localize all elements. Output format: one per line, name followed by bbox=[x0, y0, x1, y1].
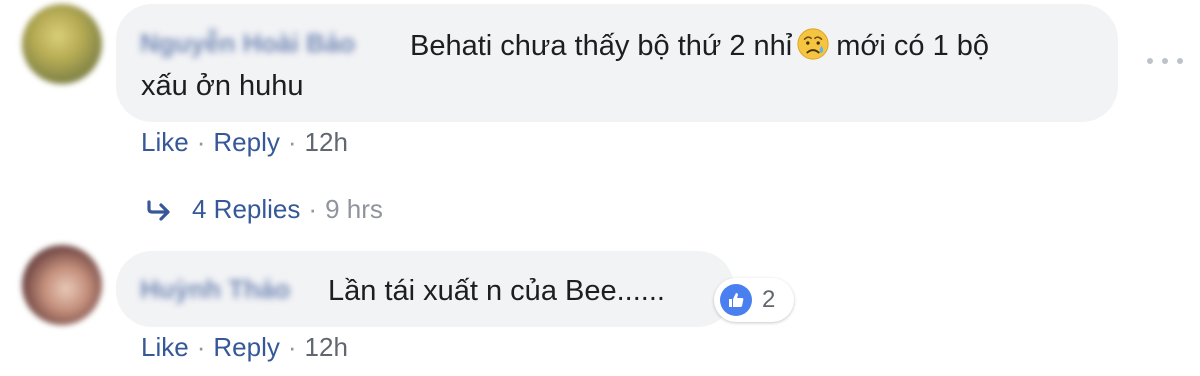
separator: · bbox=[308, 194, 318, 224]
comment-author-name[interactable]: Nguyễn Hoài Bảo bbox=[140, 28, 355, 59]
reply-link[interactable]: Reply bbox=[213, 127, 279, 157]
more-options-icon[interactable] bbox=[1147, 55, 1183, 67]
like-link[interactable]: Like bbox=[141, 127, 189, 157]
comment-text-line2: xấu ởn huhu bbox=[141, 70, 304, 102]
comment-text-line1: Behati chưa thấy bộ thứ 2 nhỉ mới có 1 b… bbox=[410, 24, 989, 68]
comment-text: Lần tái xuất n của Bee...... bbox=[328, 275, 665, 307]
timestamp[interactable]: 12h bbox=[305, 127, 348, 157]
comment-author-name[interactable]: Huỳnh Thảo bbox=[140, 274, 290, 305]
view-replies-link[interactable]: 4 Replies · 9 hrs bbox=[146, 194, 383, 225]
reply-link[interactable]: Reply bbox=[213, 332, 279, 362]
timestamp[interactable]: 12h bbox=[305, 332, 348, 362]
separator: · bbox=[196, 127, 206, 157]
reaction-count: 2 bbox=[762, 286, 776, 313]
replies-timestamp: 9 hrs bbox=[325, 194, 383, 224]
avatar[interactable] bbox=[22, 4, 102, 84]
separator: · bbox=[287, 127, 297, 157]
reply-arrow-icon bbox=[147, 199, 170, 221]
replies-count-label[interactable]: 4 Replies bbox=[192, 194, 300, 225]
comment-thread: Nguyễn Hoài Bảo Behati chưa thấy bộ thứ … bbox=[0, 0, 1200, 376]
separator: · bbox=[287, 332, 297, 362]
like-icon bbox=[720, 284, 752, 316]
avatar[interactable] bbox=[22, 245, 102, 325]
comment-actions: Like · Reply · 12h bbox=[141, 127, 348, 158]
crying-face-emoji-icon bbox=[797, 28, 829, 60]
reaction-summary[interactable]: 2 bbox=[714, 278, 794, 322]
comment-text-part: Behati chưa thấy bộ thứ 2 nhỉ bbox=[410, 30, 793, 62]
comment-actions: Like · Reply · 12h bbox=[141, 332, 348, 363]
like-link[interactable]: Like bbox=[141, 332, 189, 362]
comment-text-part: mới có 1 bộ bbox=[836, 30, 990, 62]
separator: · bbox=[196, 332, 206, 362]
